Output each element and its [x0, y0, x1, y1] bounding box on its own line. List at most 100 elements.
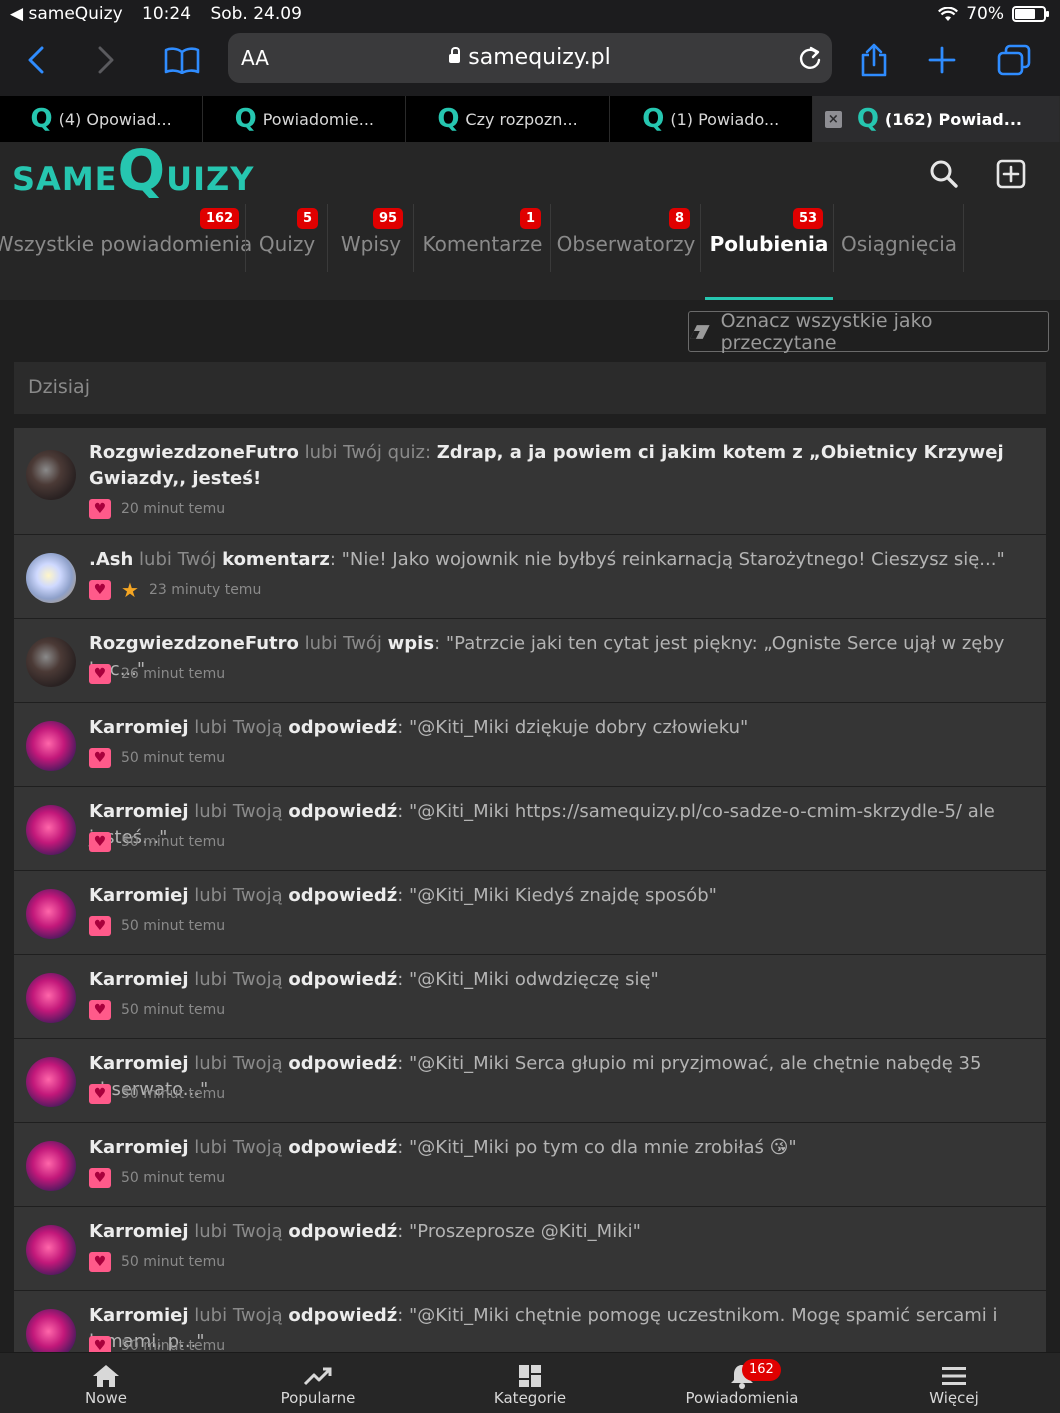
- username[interactable]: Karromiej: [89, 1137, 189, 1158]
- avatar[interactable]: [26, 973, 76, 1023]
- liked-object-link[interactable]: wpis: [388, 633, 434, 654]
- share-icon[interactable]: [852, 38, 896, 82]
- bookmarks-icon[interactable]: [160, 38, 204, 82]
- home-icon: [92, 1363, 120, 1389]
- trending-icon: [303, 1363, 333, 1389]
- notification-item[interactable]: Karromiej lubi Twoją odpowiedź: "@Kiti_M…: [14, 1039, 1046, 1123]
- timestamp: 23 minuty temu: [148, 582, 262, 598]
- heart-icon: ♥: [89, 1000, 111, 1020]
- notification-item[interactable]: Karromiej lubi Twoją odpowiedź: "@Kiti_M…: [14, 787, 1046, 871]
- username[interactable]: Karromiej: [89, 885, 189, 906]
- count-badge: 1: [520, 208, 542, 229]
- nav-new[interactable]: Nowe: [0, 1353, 212, 1413]
- browser-tab-active[interactable]: × Q (162) Powiad...: [812, 96, 1060, 142]
- username[interactable]: Karromiej: [89, 1053, 189, 1074]
- address-bar[interactable]: AA samequizy.pl: [228, 33, 832, 83]
- avatar[interactable]: [26, 1057, 76, 1107]
- heart-icon: ♥: [89, 748, 111, 768]
- close-tab-icon[interactable]: ×: [824, 111, 842, 128]
- username[interactable]: Karromiej: [89, 969, 189, 990]
- battery-icon: [1012, 6, 1049, 22]
- notification-list: RozgwiezdzoneFutro lubi Twój quiz: Zdrap…: [14, 428, 1046, 1375]
- timestamp: 20 minut temu: [121, 501, 226, 517]
- timestamp: 50 minut temu: [121, 918, 226, 934]
- notification-item[interactable]: RozgwiezdzoneFutro lubi Twój wpis: "Patr…: [14, 619, 1046, 703]
- count-badge: 53: [793, 208, 824, 229]
- nav-notifications[interactable]: Powiadomienia 162: [636, 1353, 848, 1413]
- samequizy-logo[interactable]: SAMEQUIZY: [12, 144, 254, 200]
- date: Sob. 24.09: [210, 4, 302, 24]
- avatar[interactable]: [26, 1141, 76, 1191]
- liked-object-link[interactable]: komentarz: [222, 549, 330, 570]
- timestamp: 50 minut temu: [121, 1254, 226, 1270]
- tab-likes[interactable]: Polubienia 53: [705, 204, 834, 300]
- liked-object-link[interactable]: odpowiedź: [288, 1137, 397, 1158]
- star-icon: ★: [121, 578, 139, 602]
- tab-posts[interactable]: Wpisy 95: [328, 204, 414, 300]
- avatar[interactable]: [26, 553, 76, 603]
- username[interactable]: Karromiej: [89, 801, 189, 822]
- status-bar: ◀ sameQuizy 10:24 Sob. 24.09 70%: [0, 0, 1060, 28]
- notification-item[interactable]: Karromiej lubi Twoją odpowiedź: "Proszep…: [14, 1207, 1046, 1291]
- timestamp: 50 minut temu: [121, 1170, 226, 1186]
- tabs-overview-icon[interactable]: [992, 38, 1036, 82]
- avatar[interactable]: [26, 889, 76, 939]
- new-tab-icon[interactable]: [920, 38, 964, 82]
- username[interactable]: RozgwiezdzoneFutro: [89, 633, 299, 654]
- url-text: samequizy.pl: [468, 45, 611, 70]
- username[interactable]: Karromiej: [89, 1221, 189, 1242]
- notification-item[interactable]: Karromiej lubi Twoją odpowiedź: "@Kiti_M…: [14, 955, 1046, 1039]
- browser-tab[interactable]: Q Czy rozpozn...: [406, 96, 610, 142]
- heart-icon: ♥: [89, 916, 111, 936]
- avatar[interactable]: [26, 1225, 76, 1275]
- notification-item[interactable]: Karromiej lubi Twoją odpowiedź: "@Kiti_M…: [14, 1123, 1046, 1207]
- browser-tab[interactable]: Q (1) Powiado...: [610, 96, 813, 142]
- timestamp: 50 minut temu: [121, 1002, 226, 1018]
- tab-comments[interactable]: Komentarze 1: [414, 204, 551, 300]
- tab-followers[interactable]: Obserwatorzy 8: [551, 204, 701, 300]
- liked-object-link[interactable]: odpowiedź: [288, 801, 397, 822]
- tab-achievements[interactable]: Osiągnięcia: [834, 204, 964, 300]
- nav-more[interactable]: Więcej: [848, 1353, 1060, 1413]
- timestamp: 50 minut temu: [121, 834, 226, 850]
- browser-tab[interactable]: Q (4) Opowiad...: [0, 96, 204, 142]
- heart-icon: ♥: [89, 1084, 111, 1104]
- liked-object-link[interactable]: odpowiedź: [288, 885, 397, 906]
- heart-icon: ♥: [89, 1168, 111, 1188]
- add-icon[interactable]: [991, 154, 1031, 194]
- username[interactable]: Karromiej: [89, 1305, 189, 1326]
- back-to-app-link[interactable]: ◀ sameQuizy: [10, 4, 123, 24]
- nav-popular[interactable]: Popularne: [212, 1353, 424, 1413]
- menu-icon: [942, 1363, 966, 1389]
- tab-quizzes[interactable]: Quizy 5: [246, 204, 328, 300]
- avatar[interactable]: [26, 805, 76, 855]
- username[interactable]: RozgwiezdzoneFutro: [89, 442, 299, 463]
- site-header: SAMEQUIZY: [0, 142, 1060, 204]
- reload-icon[interactable]: [798, 45, 822, 75]
- notification-item[interactable]: Karromiej lubi Twoją odpowiedź: "@Kiti_M…: [14, 871, 1046, 955]
- avatar[interactable]: [26, 721, 76, 771]
- forward-icon[interactable]: [84, 38, 128, 82]
- liked-object-link[interactable]: odpowiedź: [288, 969, 397, 990]
- count-badge: 162: [200, 208, 240, 229]
- count-badge: 8: [669, 208, 691, 229]
- tab-all-notifications[interactable]: Wszystkie powiadomienia 162: [0, 204, 252, 300]
- notification-item[interactable]: Karromiej lubi Twoją odpowiedź: "@Kiti_M…: [14, 703, 1046, 787]
- username[interactable]: .Ash: [89, 549, 133, 570]
- mark-all-read-button[interactable]: Oznacz wszystkie jako przeczytane: [688, 310, 1049, 354]
- grid-icon: [518, 1363, 542, 1389]
- liked-object-link[interactable]: odpowiedź: [288, 1221, 397, 1242]
- browser-tab[interactable]: Q Powiadomie...: [203, 96, 407, 142]
- samequizy-favicon-icon: Q: [437, 104, 460, 134]
- back-icon[interactable]: [14, 38, 58, 82]
- avatar[interactable]: [26, 450, 76, 500]
- notification-item[interactable]: RozgwiezdzoneFutro lubi Twój quiz: Zdrap…: [14, 428, 1046, 535]
- liked-object-link[interactable]: odpowiedź: [288, 1053, 397, 1074]
- liked-object-link[interactable]: odpowiedź: [288, 717, 397, 738]
- nav-categories[interactable]: Kategorie: [424, 1353, 636, 1413]
- notification-item[interactable]: .Ash lubi Twój komentarz: "Nie! Jako woj…: [14, 535, 1046, 619]
- username[interactable]: Karromiej: [89, 717, 189, 738]
- avatar[interactable]: [26, 637, 76, 687]
- search-icon[interactable]: [924, 154, 964, 194]
- liked-object-link[interactable]: odpowiedź: [288, 1305, 397, 1326]
